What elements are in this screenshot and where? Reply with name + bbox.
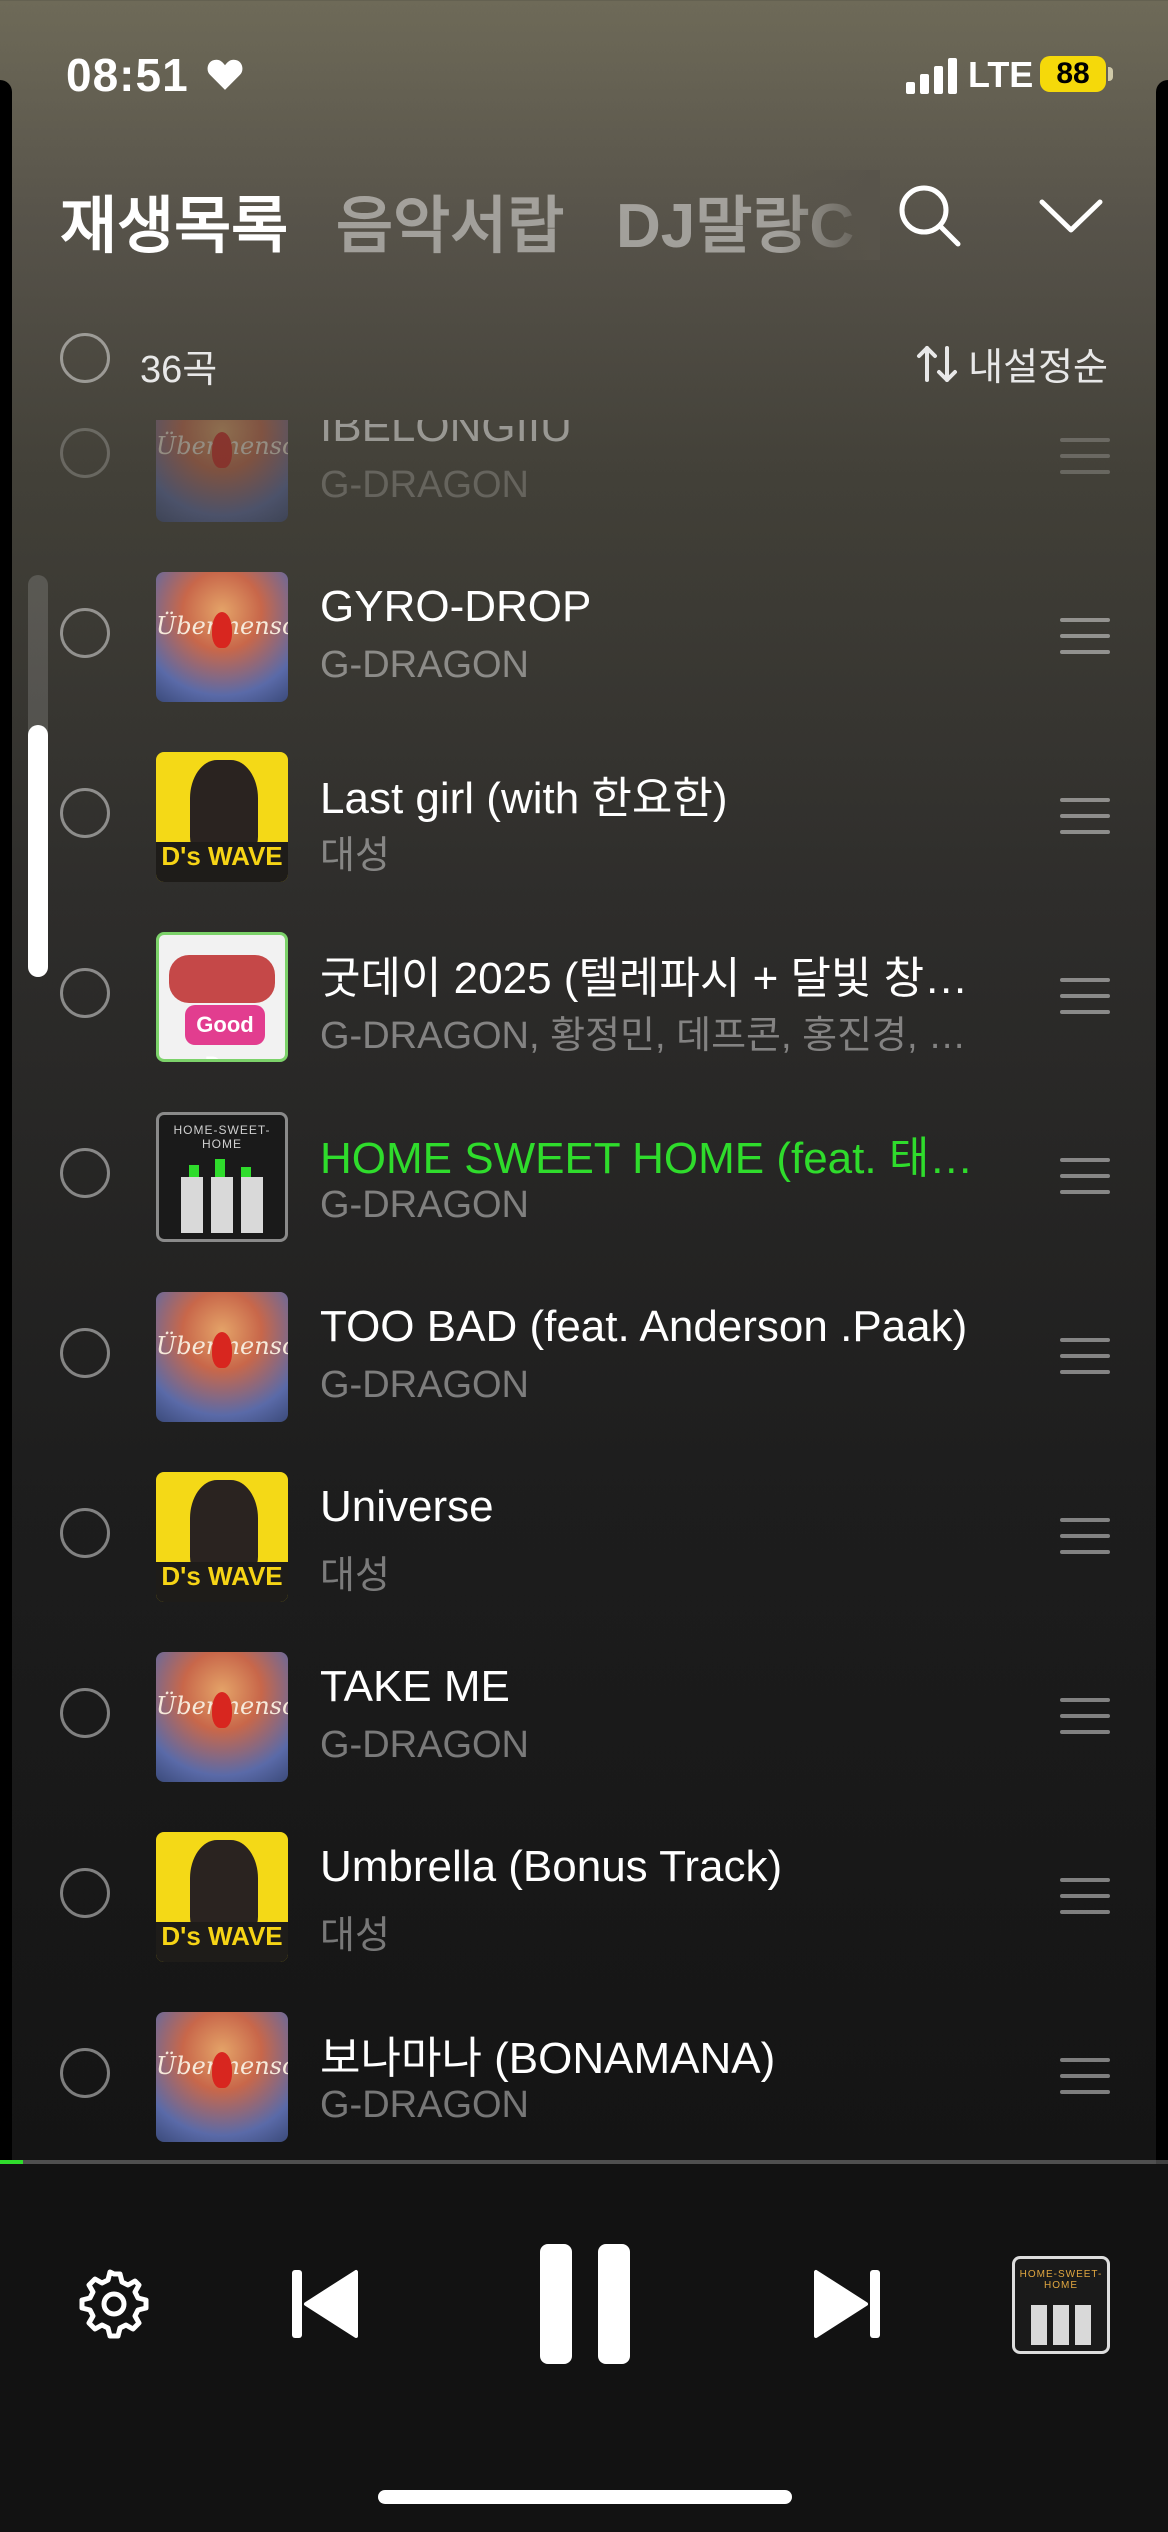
track-checkbox[interactable] bbox=[60, 2048, 110, 2098]
next-track-icon[interactable] bbox=[812, 2266, 882, 2342]
drag-handle-icon[interactable] bbox=[1060, 438, 1110, 474]
network-label: LTE bbox=[968, 54, 1034, 95]
track-title: HOME SWEET HOME (feat. 태… bbox=[320, 1134, 974, 1183]
track-row[interactable]: Übermensch TAKE ME G-DRAGON bbox=[0, 1626, 1168, 1806]
track-list: Übermensch IBELONGIIU G-DRAGON Übermensc… bbox=[0, 420, 1168, 2162]
track-title: Last girl (with 한요한) bbox=[320, 774, 728, 823]
album-art: Good Day bbox=[156, 932, 288, 1062]
track-title: 보나마나 (BONAMANA) bbox=[320, 2034, 776, 2083]
sort-button[interactable]: 내설정순 bbox=[916, 336, 1108, 391]
track-row[interactable]: Übermensch TOO BAD (feat. Anderson .Paak… bbox=[0, 1266, 1168, 1446]
tab-playlist[interactable]: 재생목록 bbox=[60, 175, 288, 265]
track-count: 36곡 bbox=[140, 349, 218, 391]
status-time: 08:51 bbox=[66, 49, 189, 101]
track-title: Umbrella (Bonus Track) bbox=[320, 1842, 783, 1891]
track-title: TAKE ME bbox=[320, 1662, 510, 1711]
tab-music-drawer[interactable]: 음악서랍 bbox=[336, 175, 564, 265]
album-art: D's WAVE bbox=[156, 752, 288, 882]
track-row[interactable]: D's WAVE Universe 대성 bbox=[0, 1446, 1168, 1626]
track-title: IBELONGIIU bbox=[320, 420, 572, 451]
track-artist: G-DRAGON bbox=[320, 1724, 529, 1766]
track-checkbox[interactable] bbox=[60, 1148, 110, 1198]
drag-handle-icon[interactable] bbox=[1060, 978, 1110, 1014]
album-art: Übermensch bbox=[156, 1652, 288, 1782]
track-title: TOO BAD (feat. Anderson .Paak) bbox=[320, 1302, 968, 1351]
track-checkbox[interactable] bbox=[60, 1868, 110, 1918]
battery-tip bbox=[1108, 67, 1113, 81]
track-checkbox[interactable] bbox=[60, 968, 110, 1018]
track-row[interactable]: D's WAVE Last girl (with 한요한) 대성 bbox=[0, 726, 1168, 906]
drag-handle-icon[interactable] bbox=[1060, 2058, 1110, 2094]
track-artist: G-DRAGON bbox=[320, 1364, 529, 1406]
track-row[interactable]: Good Day 굿데이 2025 (텔레파시 + 달빛 창… G-DRAGON… bbox=[0, 906, 1168, 1086]
drag-handle-icon[interactable] bbox=[1060, 1518, 1110, 1554]
drag-handle-icon[interactable] bbox=[1060, 1698, 1110, 1734]
signal-icon bbox=[906, 58, 957, 94]
album-art: HOME-SWEET-HOME bbox=[156, 1112, 288, 1242]
select-all-checkbox[interactable] bbox=[60, 333, 110, 383]
track-title: Universe bbox=[320, 1482, 494, 1531]
drag-handle-icon[interactable] bbox=[1060, 1338, 1110, 1374]
album-art: Übermensch bbox=[156, 572, 288, 702]
track-artist: G-DRAGON bbox=[320, 2084, 529, 2126]
track-artist: 대성 bbox=[320, 1555, 390, 1597]
track-row-now-playing[interactable]: HOME-SWEET-HOME HOME SWEET HOME (feat. 태… bbox=[0, 1086, 1168, 1266]
track-artist: G-DRAGON, 황정민, 데프콘, 홍진경, 정… bbox=[320, 1015, 1000, 1057]
track-artist: G-DRAGON bbox=[320, 464, 529, 506]
previous-track-icon[interactable] bbox=[290, 2266, 360, 2342]
sort-icon bbox=[917, 345, 958, 382]
track-artist: 대성 bbox=[320, 1915, 390, 1957]
album-art: Übermensch bbox=[156, 1292, 288, 1422]
drag-handle-icon[interactable] bbox=[1060, 618, 1110, 654]
album-art: Übermensch bbox=[156, 420, 288, 522]
home-indicator[interactable] bbox=[378, 2490, 792, 2504]
track-checkbox[interactable] bbox=[60, 608, 110, 658]
track-row[interactable]: Übermensch IBELONGIIU G-DRAGON bbox=[0, 420, 1168, 546]
track-checkbox[interactable] bbox=[60, 788, 110, 838]
track-row[interactable]: Übermensch GYRO-DROP G-DRAGON bbox=[0, 546, 1168, 726]
track-checkbox[interactable] bbox=[60, 1328, 110, 1378]
pause-icon[interactable] bbox=[538, 2244, 632, 2364]
now-playing-album-art[interactable]: HOME-SWEET-HOME bbox=[1012, 2256, 1110, 2354]
track-row[interactable]: Übermensch 보나마나 (BONAMANA) G-DRAGON bbox=[0, 1986, 1168, 2162]
track-row[interactable]: D's WAVE Umbrella (Bonus Track) 대성 bbox=[0, 1806, 1168, 1986]
battery-icon: 88 bbox=[1040, 56, 1106, 92]
track-title: 굿데이 2025 (텔레파시 + 달빛 창… bbox=[320, 954, 969, 1003]
track-checkbox[interactable] bbox=[60, 428, 110, 478]
track-artist: G-DRAGON bbox=[320, 644, 529, 686]
drag-handle-icon[interactable] bbox=[1060, 1158, 1110, 1194]
tab-fade bbox=[780, 170, 880, 260]
album-art: D's WAVE bbox=[156, 1832, 288, 1962]
search-icon[interactable] bbox=[894, 180, 964, 250]
sort-label: 내설정순 bbox=[968, 347, 1108, 389]
track-title: GYRO-DROP bbox=[320, 582, 592, 631]
track-checkbox[interactable] bbox=[60, 1688, 110, 1738]
track-artist: G-DRAGON bbox=[320, 1184, 529, 1226]
settings-icon[interactable] bbox=[78, 2268, 150, 2340]
album-art: Übermensch bbox=[156, 2012, 288, 2142]
status-bar: 08:51 LTE 88 bbox=[0, 0, 1168, 150]
heart-icon bbox=[207, 59, 243, 90]
drag-handle-icon[interactable] bbox=[1060, 1878, 1110, 1914]
chevron-down-icon[interactable] bbox=[1036, 190, 1106, 240]
album-art: D's WAVE bbox=[156, 1472, 288, 1602]
tab-bar: 재생목록 음악서랍 DJ말랑C bbox=[60, 175, 1168, 261]
drag-handle-icon[interactable] bbox=[1060, 798, 1110, 834]
track-artist: 대성 bbox=[320, 835, 390, 877]
track-checkbox[interactable] bbox=[60, 1508, 110, 1558]
